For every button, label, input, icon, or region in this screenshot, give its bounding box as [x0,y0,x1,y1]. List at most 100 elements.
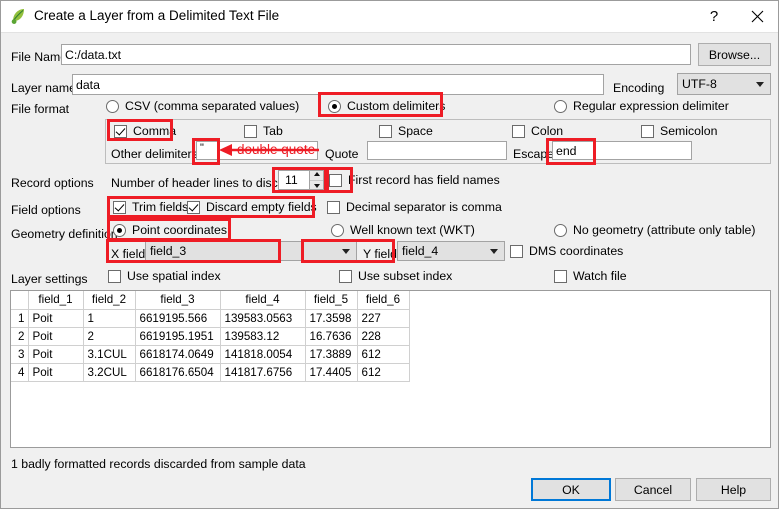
radio-regex-delimiter[interactable]: Regular expression delimiter [554,99,729,113]
table-cell[interactable]: 139583.12 [220,327,306,346]
checkbox-discard-empty-label: Discard empty fields [206,200,317,214]
header-lines-spinner[interactable]: 11 [278,170,324,190]
checkbox-use-spatial-index[interactable]: Use spatial index [108,269,221,283]
file-format-label: File format [11,102,70,116]
x-field-value: field_3 [150,244,187,258]
checkbox-indicator [339,269,352,283]
table-cell[interactable]: 612 [357,363,410,382]
table-cell[interactable]: 141818.0054 [220,345,306,364]
checkbox-watch-file[interactable]: Watch file [554,269,627,283]
checkbox-indicator [510,244,523,258]
status-message: 1 badly formatted records discarded from… [11,457,306,471]
column-header[interactable]: field_3 [135,291,221,310]
other-delimiters-input[interactable]: " [196,141,318,160]
escape-label: Escape [513,147,555,161]
record-options-label: Record options [11,176,94,190]
table-cell[interactable]: 3.2CUL [83,363,136,382]
table-cell[interactable]: 1 [83,309,136,328]
table-cell[interactable]: 16.7636 [305,327,358,346]
row-number: 1 [11,309,29,328]
column-header[interactable]: field_4 [220,291,306,310]
table-cell[interactable]: 6618176.6504 [135,363,221,382]
table-cell[interactable]: 6619195.1951 [135,327,221,346]
checkbox-discard-empty-fields[interactable]: Discard empty fields [187,200,317,214]
escape-input[interactable]: end [552,141,692,160]
column-header[interactable]: field_2 [83,291,136,310]
radio-csv[interactable]: CSV (comma separated values) [106,99,299,113]
spinner-arrows-icon[interactable] [309,171,323,189]
checkbox-indicator [187,200,200,214]
table-cell[interactable]: Poit [28,309,84,328]
x-field-combo[interactable]: field_3 [145,241,357,261]
radio-indicator [331,223,344,237]
checkbox-space[interactable]: Space [379,124,433,138]
table-row[interactable]: 2 Poit 2 6619195.1951 139583.12 16.7636 … [11,327,410,346]
table-cell[interactable]: 139583.0563 [220,309,306,328]
table-row[interactable]: 3 Poit 3.1CUL 6618174.0649 141818.0054 1… [11,345,410,364]
preview-table-container[interactable]: field_1 field_2 field_3 field_4 field_5 … [10,290,771,448]
help-button[interactable]: Help [696,478,771,501]
checkbox-dms-coordinates[interactable]: DMS coordinates [510,244,623,258]
table-row[interactable]: 4 Poit 3.2CUL 6618176.6504 141817.6756 1… [11,363,410,382]
radio-no-geometry[interactable]: No geometry (attribute only table) [554,223,756,237]
table-corner-cell [11,291,29,310]
checkbox-comma[interactable]: Comma [114,124,176,138]
encoding-combo[interactable]: UTF-8 [677,73,771,95]
checkbox-tab-label: Tab [263,124,283,138]
table-cell[interactable]: 17.3889 [305,345,358,364]
dialog-window: Create a Layer from a Delimited Text Fil… [0,0,779,509]
column-header[interactable]: field_6 [357,291,410,310]
radio-custom-delimiters[interactable]: Custom delimiters [328,99,445,113]
radio-csv-label: CSV (comma separated values) [125,99,300,113]
checkbox-decimal-separator-comma[interactable]: Decimal separator is comma [327,200,502,214]
close-icon[interactable] [737,1,777,32]
table-cell[interactable]: 6618174.0649 [135,345,221,364]
header-lines-label: Number of header lines to discard [111,176,296,190]
table-cell[interactable]: 2 [83,327,136,346]
table-cell[interactable]: Poit [28,363,84,382]
help-title-button[interactable]: ? [694,1,734,32]
table-cell[interactable]: 228 [357,327,410,346]
ok-button[interactable]: OK [531,478,611,501]
table-cell[interactable]: 3.1CUL [83,345,136,364]
checkbox-first-record-label: First record has field names [348,173,500,187]
table-cell[interactable]: 17.4405 [305,363,358,382]
checkbox-use-subset-index[interactable]: Use subset index [339,269,452,283]
radio-custom-delimiters-label: Custom delimiters [347,99,446,113]
encoding-value: UTF-8 [682,77,717,91]
checkbox-indicator [327,200,340,214]
table-cell[interactable]: 141817.6756 [220,363,306,382]
checkbox-first-record-field-names[interactable]: First record has field names [329,173,500,187]
column-header[interactable]: field_1 [28,291,84,310]
checkbox-space-label: Space [398,124,433,138]
radio-regex-label: Regular expression delimiter [573,99,729,113]
table-cell[interactable]: Poit [28,345,84,364]
column-header[interactable]: field_5 [305,291,358,310]
chevron-down-icon [342,249,350,254]
radio-wkt[interactable]: Well known text (WKT) [331,223,475,237]
encoding-label: Encoding [613,81,665,95]
checkbox-trim-fields[interactable]: Trim fields [113,200,188,214]
table-cell[interactable]: 17.3598 [305,309,358,328]
table-cell[interactable]: Poit [28,327,84,346]
layer-name-input[interactable]: data [72,74,604,95]
table-cell[interactable]: 227 [357,309,410,328]
row-number: 4 [11,363,29,382]
radio-indicator [554,99,567,113]
checkbox-semicolon[interactable]: Semicolon [641,124,717,138]
checkbox-colon[interactable]: Colon [512,124,563,138]
quote-input[interactable] [367,141,507,160]
radio-point-coordinates[interactable]: Point coordinates [113,223,227,237]
row-number: 2 [11,327,29,346]
browse-button[interactable]: Browse... [698,43,771,66]
checkbox-tab[interactable]: Tab [244,124,283,138]
checkbox-spatial-index-label: Use spatial index [127,269,221,283]
table-cell[interactable]: 6619195.566 [135,309,221,328]
y-field-combo[interactable]: field_4 [397,241,505,261]
cancel-button[interactable]: Cancel [615,478,691,501]
table-cell[interactable]: 612 [357,345,410,364]
geometry-definition-label: Geometry definition [11,227,118,241]
table-row[interactable]: 1 Poit 1 6619195.566 139583.0563 17.3598… [11,309,410,328]
radio-indicator [113,223,126,237]
file-name-input[interactable]: C:/data.txt [61,44,691,65]
